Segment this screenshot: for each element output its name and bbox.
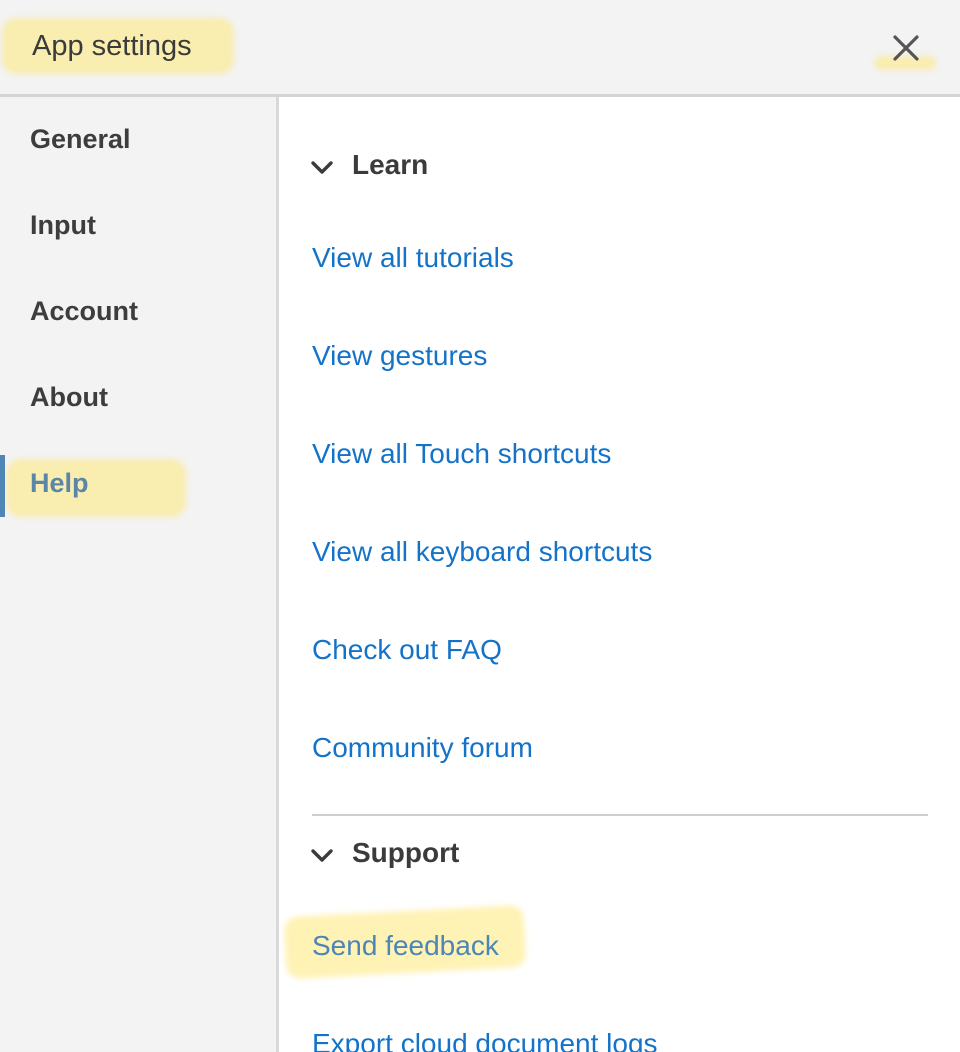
help-content-panel: Learn View all tutorials View gestures V… [279, 97, 960, 1052]
check-out-faq-link[interactable]: Check out FAQ [312, 634, 502, 666]
support-section-label: Support [352, 837, 460, 868]
chevron-down-icon [311, 849, 333, 862]
close-icon [893, 35, 919, 61]
sidebar-item-help[interactable]: Help [0, 455, 276, 517]
community-forum-link[interactable]: Community forum [312, 732, 533, 764]
sidebar-item-label: About [30, 382, 108, 412]
export-cloud-document-logs-link[interactable]: Export cloud document logs [312, 1028, 658, 1052]
sidebar-item-input[interactable]: Input [0, 197, 276, 259]
sidebar-item-label: General [30, 124, 131, 154]
settings-sidebar: General Input Account About Help [0, 97, 279, 1052]
sidebar-item-account[interactable]: Account [0, 283, 276, 345]
dialog-title: App settings [32, 30, 192, 62]
sidebar-item-label: Input [30, 210, 96, 240]
section-divider [312, 814, 928, 816]
send-feedback-link[interactable]: Send feedback [312, 930, 499, 962]
learn-section-header[interactable]: Learn [309, 143, 509, 193]
dialog-header: App settings [0, 0, 960, 97]
sidebar-item-general[interactable]: General [0, 111, 276, 173]
chevron-down-icon [311, 161, 333, 174]
view-all-tutorials-link[interactable]: View all tutorials [312, 242, 514, 274]
app-settings-dialog: App settings General Input Account About… [0, 0, 960, 1052]
view-keyboard-shortcuts-link[interactable]: View all keyboard shortcuts [312, 536, 652, 568]
view-touch-shortcuts-link[interactable]: View all Touch shortcuts [312, 438, 611, 470]
sidebar-item-label: Account [30, 296, 138, 326]
sidebar-item-about[interactable]: About [0, 369, 276, 431]
active-indicator [0, 455, 5, 517]
sidebar-item-label: Help [30, 468, 89, 498]
view-gestures-link[interactable]: View gestures [312, 340, 487, 372]
learn-section-label: Learn [352, 149, 429, 180]
support-section-header[interactable]: Support [309, 831, 529, 881]
close-button[interactable] [876, 24, 936, 76]
